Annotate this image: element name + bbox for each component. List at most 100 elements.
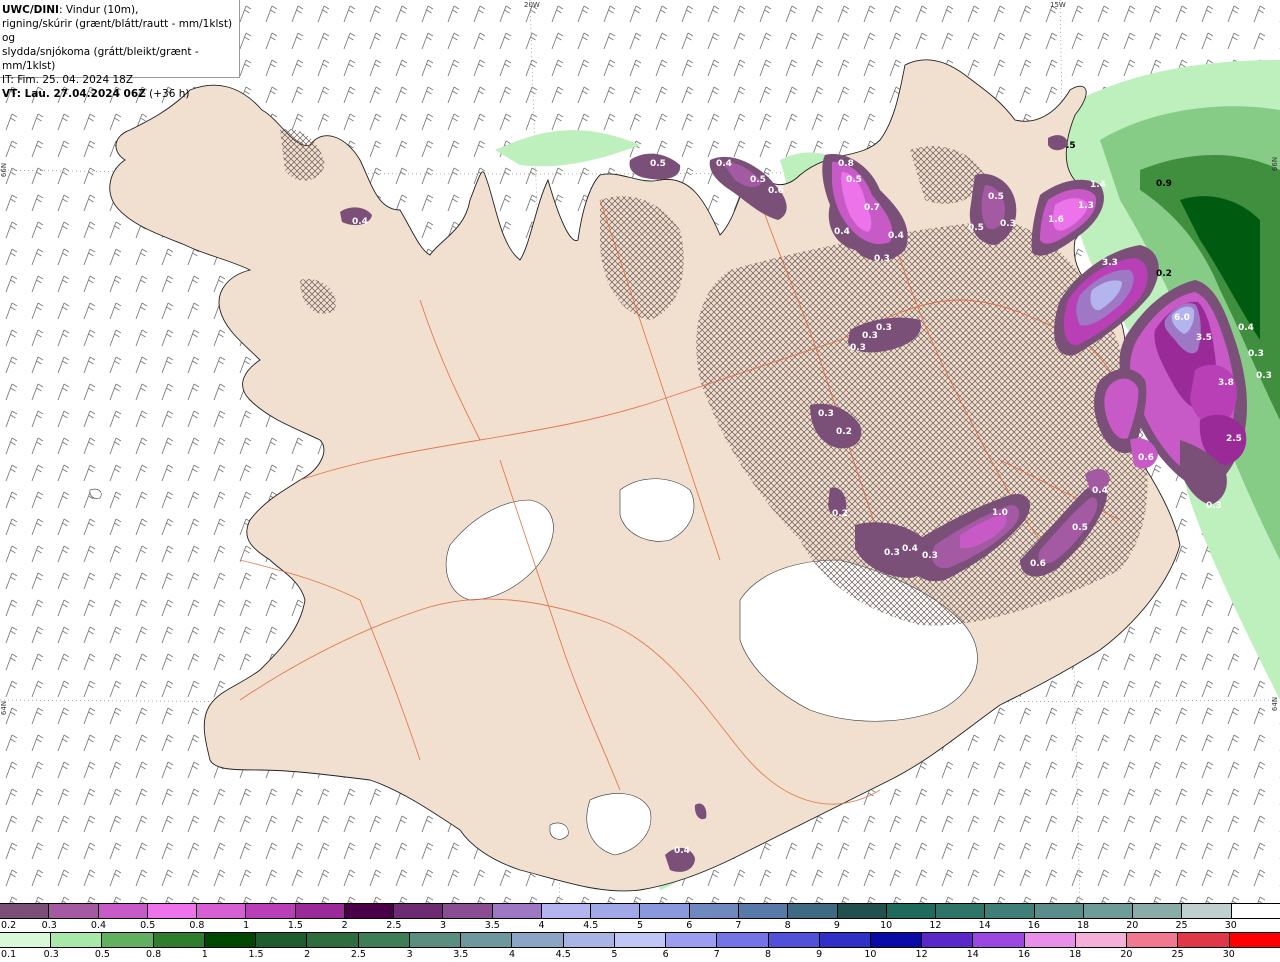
legend-tick-label: 6 [686,920,693,931]
legend-swatch [614,933,667,947]
legend-tick-label: 4 [508,949,516,960]
legend-swatch [788,904,838,918]
valid-time: VT: Lau. 27.04.2024 06Z [2,88,146,100]
value-label: 0.4 [716,159,732,169]
forecast-map[interactable]: 0.4 0.5 0.4 0.5 0.6 0.8 0.5 0.7 0.4 0.4 … [0,0,1280,904]
legend-swatch [51,933,103,947]
value-label: 3.3 [1102,258,1118,268]
value-label: 0.2 [836,427,852,437]
legend-tick-label: 14 [966,949,979,960]
longitude-label-20w: 20W [524,1,540,9]
legend-swatch [246,904,296,918]
legend-tick-label: 2.5 [350,949,366,960]
forecast-info-box: UWC/DINI: Vindur (10m), rigning/skúrir (… [0,0,240,100]
legend-swatch [394,904,444,918]
value-label: 1.0 [992,508,1008,518]
snow-legend-colorbar [0,903,1280,919]
info-line-2: rigning/skúrir (grænt/blátt/rautt - mm/1… [2,18,233,44]
legend-swatch [689,904,739,918]
legend-tick-label: 12 [915,949,928,960]
legend-swatch [640,904,690,918]
value-label: 0.5 [846,175,862,185]
legend-tick-label: 0.1 [1,949,17,960]
value-label: 0.6 [768,186,784,196]
legend-swatch [837,904,887,918]
value-label: 0.3 [818,409,834,419]
init-time: IT: Fim. 25. 04. 2024 18Z [2,74,134,86]
legend-tick-label: 4.5 [555,949,571,960]
legend-tick-label: 8 [764,949,772,960]
value-label: 0.6 [1030,559,1046,569]
rain-legend-colorbar [0,932,1280,948]
legend-tick-label: 4.5 [583,920,599,931]
legend-swatch [492,904,542,918]
legend-tick-label: 1.5 [248,949,264,960]
value-label: 0.7 [864,203,880,213]
latitude-label-64n-left: 64N [0,700,9,716]
legend-tick-label: 0.3 [43,949,59,960]
value-label: 1.6 [1048,215,1064,225]
longitude-label-15w: 15W [1050,1,1066,9]
value-label: 0.3 [1000,219,1016,229]
legend-tick-label: 6 [662,949,669,960]
legend-tick-label: 16 [1027,920,1040,931]
legend-swatch [1083,904,1134,918]
legend-tick-label: 0.5 [140,920,156,931]
lead-time: (+36 h) [145,88,190,100]
legend-tick-label: 20 [1120,949,1133,960]
legend-swatch [1133,904,1183,918]
legend-swatch [295,904,345,918]
value-label: 1.4 [1090,180,1106,190]
value-label: 0.3 [876,323,892,333]
value-label: 0.4 [1238,323,1254,333]
legend-tick-label: 16 [1017,949,1031,960]
legend-tick-label: 2 [304,949,311,960]
map-canvas: 0.4 0.5 0.4 0.5 0.6 0.8 0.5 0.7 0.4 0.4 … [0,0,1280,904]
legend-tick-label: 5 [611,949,618,960]
legend-swatch [344,904,395,918]
legend-tick-label: 7 [713,949,720,960]
legend-tick-label: 14 [978,920,991,931]
legend-tick-label: 9 [833,920,840,931]
legend-tick-label: 10 [864,949,877,960]
legend-swatch [102,933,154,947]
value-label: 0.4 [352,217,368,227]
legend-swatch [147,904,198,918]
legend-tick-label: 20 [1126,920,1139,931]
latitude-label-66n-left: 66N [0,162,9,178]
legend-tick-label: 0.8 [189,920,205,931]
legend-tick-label: 10 [880,920,893,931]
legend-tick-label: 1 [201,949,208,960]
legend-swatch [1034,904,1084,918]
legend-swatch [666,933,718,947]
value-label: 0.2 [1156,269,1172,279]
value-label: 0.3 [1206,501,1222,511]
legend-swatch [870,933,923,947]
legend-swatch [98,904,148,918]
legend-swatch [461,933,513,947]
legend-swatch [1229,933,1280,947]
legend-swatch [936,904,986,918]
value-label: 0.3 [874,254,890,264]
value-label: 0.4 [902,544,918,554]
legend-swatch [512,933,564,947]
info-line-1-text: : Vindur (10m), [58,4,139,16]
legend-tick-label: 25 [1171,949,1184,960]
legend-tick-label: 0.3 [41,920,57,931]
legend-tick-label: 30 [1224,920,1237,931]
legend-tick-label: 7 [735,920,742,931]
legend-swatch [204,933,257,947]
legend-swatch [768,933,820,947]
legend-swatch [197,904,247,918]
legend-swatch [738,904,789,918]
legend-swatch [0,904,50,918]
legend-tick-label: 1.5 [287,920,303,931]
legend-tick-label: 5 [636,920,644,931]
legend-swatch [985,904,1035,918]
legend-tick-label: 0.4 [90,920,107,931]
legend-tick-label: 9 [816,949,823,960]
legend-tick-label: 0.8 [146,949,162,960]
value-label: 0.8 [838,159,854,169]
legend-tick-label: 2 [341,920,348,931]
legend-swatch [563,933,615,947]
